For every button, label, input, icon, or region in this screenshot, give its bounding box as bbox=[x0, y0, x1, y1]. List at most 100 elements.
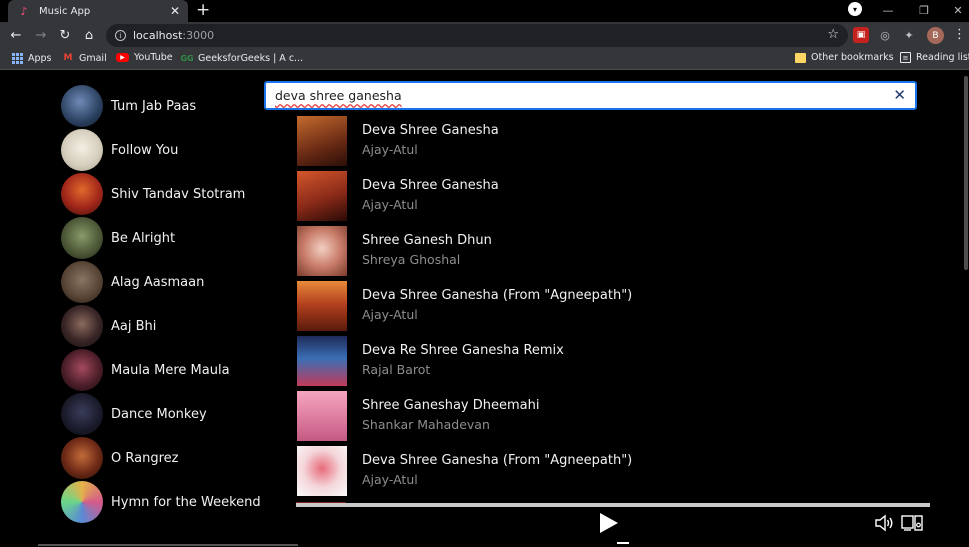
new-tab-button[interactable]: + bbox=[196, 1, 210, 19]
result-text: Shree Ganesh Dhun Shreya Ghoshal bbox=[362, 226, 492, 267]
sidebar-item-be-alright[interactable]: Be Alright bbox=[58, 216, 268, 260]
sidebar-item-label: Tum Jab Paas bbox=[111, 98, 197, 114]
other-bookmarks[interactable]: Other bookmarks bbox=[795, 52, 894, 63]
result-item[interactable]: Deva Shree Ganesha (From "Agneepath") Aj… bbox=[297, 281, 927, 331]
bookmark-label: YouTube bbox=[134, 52, 173, 63]
bookmarks-bar: Apps M Gmail ▶ YouTube GG GeeksforGeeks … bbox=[0, 49, 969, 70]
result-text: Shree Ganeshay Dheemahi Shankar Mahadeva… bbox=[362, 391, 540, 432]
minimize-button[interactable]: — bbox=[880, 2, 896, 18]
sidebar-item-tum-jab-paas[interactable]: Tum Jab Paas bbox=[58, 84, 268, 128]
bookmark-label: GeeksforGeeks | A c... bbox=[198, 52, 304, 64]
url-host: localhost bbox=[133, 29, 183, 42]
sidebar-item-alag-aasmaan[interactable]: Alag Aasmaan bbox=[58, 260, 268, 304]
sidebar-item-label: Be Alright bbox=[111, 230, 176, 246]
album-art bbox=[61, 393, 103, 435]
album-art bbox=[61, 217, 103, 259]
bookmark-youtube[interactable]: ▶ YouTube bbox=[116, 52, 173, 63]
url-port: :3000 bbox=[182, 29, 215, 42]
result-text: Deva Shree Ganesha Ajay-Atul bbox=[362, 116, 499, 157]
result-item[interactable]: Deva Shree Ganesha Ajay-Atul bbox=[297, 116, 927, 166]
result-title: Deva Shree Ganesha bbox=[362, 123, 499, 138]
browser-tab[interactable]: ♪ Music App ✕ bbox=[8, 0, 188, 22]
play-underline bbox=[617, 542, 629, 544]
album-art bbox=[61, 305, 103, 347]
result-artist: Rajal Barot bbox=[362, 362, 431, 377]
sidebar-item-label: Follow You bbox=[111, 142, 179, 158]
sidebar-item-label: Alag Aasmaan bbox=[111, 274, 205, 290]
album-art bbox=[297, 281, 347, 331]
result-artist: Shankar Mahadevan bbox=[362, 417, 490, 432]
sidebar-item-shiv-tandav-stotram[interactable]: Shiv Tandav Stotram bbox=[58, 172, 268, 216]
divider bbox=[38, 544, 298, 546]
reading-list[interactable]: ≡ Reading list bbox=[900, 52, 969, 63]
result-text: Deva Shree Ganesha (From "Agneepath") Aj… bbox=[362, 446, 632, 487]
playback-progress-bar[interactable] bbox=[296, 503, 930, 507]
clear-search-icon[interactable]: ✕ bbox=[893, 86, 906, 104]
extension-red-icon[interactable]: ▣ bbox=[853, 27, 869, 43]
result-item[interactable]: Deva Re Shree Ganesha Remix Rajal Barot bbox=[297, 336, 927, 386]
forward-arrow-icon[interactable]: → bbox=[32, 26, 50, 44]
album-art bbox=[61, 481, 103, 523]
sidebar-item-follow-you[interactable]: Follow You bbox=[58, 128, 268, 172]
restore-button[interactable]: ❐ bbox=[916, 2, 932, 18]
extensions-puzzle-icon[interactable]: ✦ bbox=[901, 27, 917, 43]
result-item[interactable]: Shree Ganeshay Dheemahi Shankar Mahadeva… bbox=[297, 391, 927, 441]
album-art bbox=[297, 446, 347, 496]
sidebar-item-label: Shiv Tandav Stotram bbox=[111, 186, 246, 202]
album-art bbox=[61, 349, 103, 391]
home-icon[interactable]: ⌂ bbox=[80, 26, 98, 44]
scrollbar-thumb[interactable] bbox=[964, 76, 968, 270]
back-arrow-icon[interactable]: ← bbox=[7, 26, 25, 44]
sidebar-item-label: Aaj Bhi bbox=[111, 318, 157, 334]
sidebar-item-o-rangrez[interactable]: O Rangrez bbox=[58, 436, 268, 480]
browser-tab-strip: ♪ Music App ✕ + ▾ — ❐ ✕ bbox=[0, 0, 969, 22]
reading-list-icon: ≡ bbox=[900, 52, 911, 63]
album-art bbox=[297, 116, 347, 166]
sidebar-item-label: Maula Mere Maula bbox=[111, 362, 230, 378]
close-window-button[interactable]: ✕ bbox=[950, 2, 966, 18]
result-item[interactable]: Shree Ganesh Dhun Shreya Ghoshal bbox=[297, 226, 927, 276]
result-artist: Shreya Ghoshal bbox=[362, 252, 461, 267]
result-item[interactable]: Deva Shree Ganesha (From "Agneepath") Aj… bbox=[297, 446, 927, 496]
album-art bbox=[61, 129, 103, 171]
album-art bbox=[297, 226, 347, 276]
sidebar-item-aaj-bhi[interactable]: Aaj Bhi bbox=[58, 304, 268, 348]
bookmark-gfg[interactable]: GG GeeksforGeeks | A c... bbox=[180, 52, 304, 64]
profile-avatar[interactable]: B bbox=[927, 27, 944, 44]
bookmark-star-icon[interactable]: ☆ bbox=[827, 27, 839, 42]
devices-icon[interactable] bbox=[901, 514, 923, 532]
sidebar-item-label: Dance Monkey bbox=[111, 406, 207, 422]
result-title: Deva Shree Ganesha bbox=[362, 178, 499, 193]
volume-icon[interactable] bbox=[874, 514, 894, 532]
tab-close-icon[interactable]: ✕ bbox=[168, 4, 182, 18]
play-icon[interactable] bbox=[600, 513, 618, 533]
search-query: deva shree ganesha bbox=[275, 88, 402, 103]
browser-toolbar: ← → ↻ ⌂ i localhost :3000 ☆ ▣ ◎ ✦ B ⋮ bbox=[0, 22, 969, 49]
extension-circle-icon[interactable]: ◎ bbox=[877, 27, 893, 43]
album-art bbox=[61, 173, 103, 215]
bookmark-label: Apps bbox=[28, 52, 52, 64]
result-artist: Ajay-Atul bbox=[362, 197, 418, 212]
sidebar-item-hymn-for-the-weekend[interactable]: Hymn for the Weekend bbox=[58, 480, 268, 524]
reload-icon[interactable]: ↻ bbox=[56, 26, 74, 44]
bookmark-gmail[interactable]: M Gmail bbox=[62, 52, 107, 64]
browser-menu-icon[interactable]: ⋮ bbox=[953, 27, 966, 42]
sidebar-item-dance-monkey[interactable]: Dance Monkey bbox=[58, 392, 268, 436]
album-art bbox=[61, 85, 103, 127]
gfg-icon: GG bbox=[180, 53, 194, 63]
result-text: Deva Re Shree Ganesha Remix Rajal Barot bbox=[362, 336, 564, 377]
album-art bbox=[297, 336, 347, 386]
search-input[interactable]: deva shree ganesha ✕ bbox=[264, 81, 917, 110]
address-bar[interactable]: i localhost :3000 ☆ bbox=[106, 24, 848, 47]
bookmark-apps[interactable]: Apps bbox=[11, 52, 52, 64]
tab-search-icon[interactable]: ▾ bbox=[848, 2, 862, 16]
bookmark-label: Gmail bbox=[79, 52, 107, 64]
site-info-icon[interactable]: i bbox=[115, 30, 126, 41]
result-item[interactable]: Deva Shree Ganesha Ajay-Atul bbox=[297, 171, 927, 221]
album-art bbox=[297, 391, 347, 441]
sidebar-item-maula-mere-maula[interactable]: Maula Mere Maula bbox=[58, 348, 268, 392]
apps-grid-icon bbox=[11, 52, 23, 64]
folder-icon bbox=[795, 52, 806, 63]
result-text: Deva Shree Ganesha Ajay-Atul bbox=[362, 171, 499, 212]
result-artist: Ajay-Atul bbox=[362, 307, 418, 322]
